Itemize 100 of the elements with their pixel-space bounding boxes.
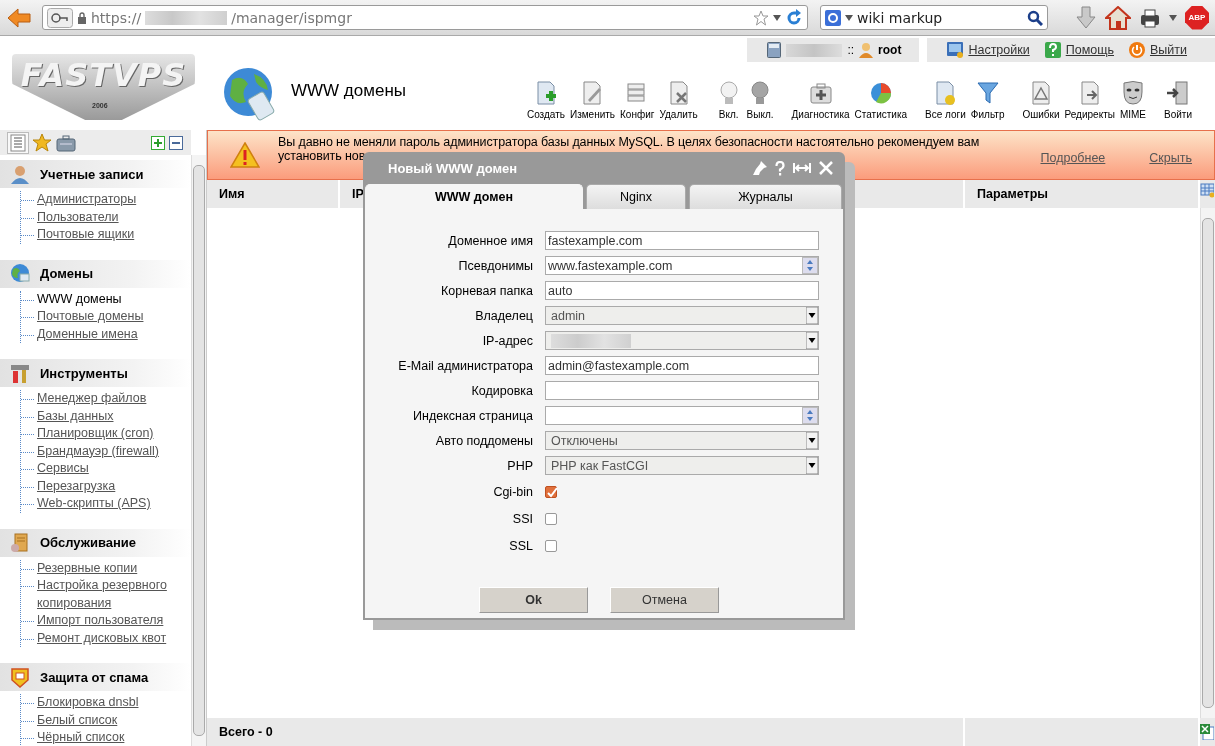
scrollbar[interactable] <box>1200 208 1215 718</box>
nav-link[interactable]: Пользователи <box>37 208 119 226</box>
dropdown-arrow-icon[interactable] <box>806 307 818 324</box>
spinner-icon[interactable] <box>802 257 818 274</box>
star-icon[interactable] <box>753 9 769 26</box>
close-icon[interactable] <box>819 161 833 175</box>
scrollbar[interactable] <box>191 155 206 746</box>
section-header[interactable]: Защита от спама <box>10 666 149 688</box>
nav-link[interactable]: Базы данных <box>37 407 114 425</box>
toolbar-button[interactable]: Создать <box>525 80 566 120</box>
star-icon[interactable] <box>32 132 52 153</box>
url-text: /manager/ispmgr <box>231 9 352 26</box>
expand-all-icon[interactable] <box>151 135 166 150</box>
input-field[interactable]: auto <box>545 281 819 300</box>
nav-link[interactable]: Сервисы <box>37 460 89 478</box>
globe-icon <box>222 66 276 122</box>
help-icon[interactable] <box>775 160 785 176</box>
caret-icon[interactable] <box>1169 14 1177 21</box>
reload-icon[interactable] <box>785 8 803 27</box>
nav-link[interactable]: Почтовые домены <box>37 308 144 326</box>
nav-link[interactable]: Почтовые ящики <box>37 226 135 244</box>
section-header[interactable]: Домены <box>10 263 93 284</box>
dropdown-arrow-icon[interactable] <box>806 432 818 449</box>
checkbox[interactable] <box>545 512 557 525</box>
checkbox[interactable] <box>545 539 557 552</box>
input-field[interactable] <box>545 381 819 400</box>
section-header[interactable]: Учетные записи <box>10 163 144 185</box>
banner-link[interactable]: Подробнее <box>1040 150 1106 165</box>
help-icon[interactable] <box>1044 42 1061 58</box>
nav-link[interactable]: Белый список <box>37 711 118 729</box>
checkbox[interactable] <box>545 485 557 498</box>
header-link[interactable]: Настройки <box>968 43 1030 57</box>
input-field[interactable]: admin@fastexample.com <box>545 356 819 375</box>
search-engine-icon[interactable] <box>825 9 841 26</box>
toolbar-button[interactable]: Статистика <box>853 80 909 120</box>
dropdown-arrow-icon[interactable] <box>806 332 818 349</box>
combo-field[interactable] <box>545 406 819 425</box>
nav-link[interactable]: Перезагрузка <box>37 477 116 495</box>
toolbar-button[interactable]: Конфиг <box>619 80 656 120</box>
header-link[interactable]: Выйти <box>1150 43 1187 57</box>
printer-icon[interactable] <box>1139 7 1161 28</box>
caret-icon[interactable] <box>773 14 781 21</box>
toolbar-button[interactable]: Удалить <box>658 80 699 120</box>
combo-field[interactable]: www.fastexample.com <box>545 256 819 275</box>
list-icon[interactable] <box>8 132 28 153</box>
back-arrow-icon[interactable] <box>6 6 32 29</box>
cancel-button[interactable]: Отмена <box>610 587 719 613</box>
field-label: IP-адрес <box>481 333 533 348</box>
nav-link[interactable]: Менеджер файлов <box>37 390 147 408</box>
collapse-all-icon[interactable] <box>169 135 184 150</box>
input-field[interactable]: fastexample.com <box>545 231 819 250</box>
nav-link[interactable]: Брандмауэр (firewall) <box>37 442 159 460</box>
nav-link[interactable]: Резервные копии <box>37 559 138 577</box>
nav-link[interactable]: Ремонт дисковых квот <box>37 629 167 647</box>
nav-link[interactable]: Чёрный список <box>37 729 125 746</box>
toolbar-button[interactable]: Изменить <box>568 80 617 120</box>
caret-icon[interactable] <box>845 14 853 21</box>
header-link[interactable]: Помощь <box>1065 43 1114 57</box>
home-icon[interactable] <box>1105 5 1131 30</box>
nav-link[interactable]: Доменные имена <box>37 325 138 343</box>
toolbar-button[interactable]: Выкл. <box>745 80 775 120</box>
section-header[interactable]: Инструменты <box>10 362 128 384</box>
toolbar-button[interactable]: Редиректы <box>1063 80 1116 120</box>
dropdown[interactable]: admin <box>545 306 819 325</box>
column-settings-icon[interactable] <box>1200 180 1214 198</box>
toolbar-button[interactable]: Войти <box>1163 80 1193 120</box>
search-icon[interactable] <box>1027 9 1043 26</box>
tab[interactable]: Nginx <box>586 184 686 209</box>
address-field[interactable]: https:// /manager/ispmgr <box>42 5 808 30</box>
search-field[interactable]: wiki markup <box>820 5 1048 30</box>
nav-link[interactable]: Планировщик (cron) <box>37 425 154 443</box>
warning-icon <box>230 142 260 168</box>
download-icon[interactable] <box>1075 5 1097 30</box>
ok-button[interactable]: Ok <box>479 587 588 613</box>
resize-icon[interactable] <box>793 161 811 175</box>
nav-link[interactable]: Web-скрипты (APS) <box>37 495 151 513</box>
toolbar-button[interactable]: Ошибки <box>1021 80 1061 120</box>
spreadsheet-icon[interactable] <box>1200 724 1214 740</box>
tab[interactable]: Журналы <box>689 184 842 209</box>
toolbar-button[interactable]: MIME <box>1118 80 1147 120</box>
nav-link[interactable]: WWW домены <box>37 290 122 308</box>
spinner-icon[interactable] <box>802 407 818 424</box>
tab[interactable]: WWW домен <box>365 184 583 209</box>
dropdown[interactable]: Отключены <box>545 431 819 450</box>
banner-link[interactable]: Скрыть <box>1149 150 1192 165</box>
addon-button[interactable]: ABP <box>1185 5 1209 30</box>
nav-link[interactable]: Настройка резервного копирования <box>37 577 171 612</box>
toolbar-button[interactable]: Диагностика <box>790 80 851 120</box>
field-label: Корневая папка <box>440 283 533 298</box>
power-icon[interactable] <box>1129 42 1145 58</box>
toolbar-button[interactable]: Все логи <box>924 80 967 120</box>
section-header[interactable]: Обслуживание <box>10 532 136 553</box>
briefcase-icon[interactable] <box>56 133 76 152</box>
toolbar-button[interactable]: Фильтр <box>969 80 1006 120</box>
dropdown-arrow-icon[interactable] <box>806 457 818 474</box>
nav-link[interactable]: Администраторы <box>37 191 137 209</box>
dropdown[interactable]: PHP как FastCGI <box>545 456 819 475</box>
toolbar-button[interactable]: Вкл. <box>714 80 743 120</box>
nav-link[interactable]: Блокировка dnsbl <box>37 694 139 712</box>
nav-link[interactable]: Импорт пользователя <box>37 612 164 630</box>
